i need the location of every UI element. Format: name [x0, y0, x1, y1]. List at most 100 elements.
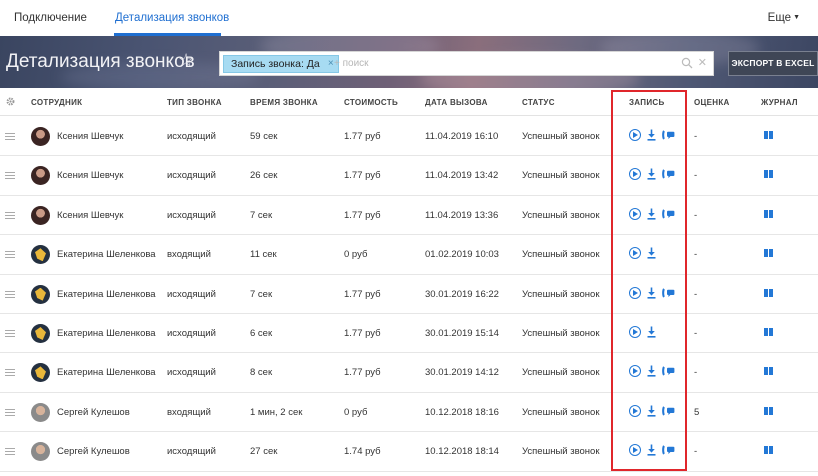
- export-excel-button[interactable]: ЭКСПОРТ В EXCEL: [728, 51, 818, 76]
- play-icon[interactable]: [629, 129, 641, 141]
- play-icon[interactable]: [629, 404, 641, 417]
- call-score: -: [694, 328, 698, 339]
- chip-close-icon[interactable]: ×: [328, 56, 334, 72]
- call-duration: 59 сек: [250, 131, 278, 142]
- drag-handle-icon[interactable]: [5, 369, 15, 378]
- play-icon[interactable]: [629, 207, 641, 220]
- table-row[interactable]: Екатерина Шеленкова исходящий 8 сек 1.77 ру…: [0, 353, 818, 393]
- table-row[interactable]: Сергей Кулешов исходящий 27 сек 1.74 руб 10.…: [0, 432, 818, 472]
- employee-name[interactable]: Екатерина Шеленкова: [57, 289, 156, 300]
- filter-chip-label: Запись звонка: Да: [231, 58, 320, 70]
- download-icon[interactable]: [647, 247, 656, 259]
- phone-transcript-icon[interactable]: [661, 405, 675, 417]
- drag-handle-icon[interactable]: [5, 290, 15, 300]
- drag-handle-icon[interactable]: [5, 408, 15, 418]
- journal-book-icon[interactable]: [764, 170, 773, 179]
- column-record[interactable]: ЗАПИСЬ: [629, 98, 665, 107]
- download-icon[interactable]: [647, 405, 656, 417]
- call-date: 11.04.2019 16:10: [425, 131, 499, 142]
- call-type: входящий: [167, 406, 211, 418]
- employee-name[interactable]: Екатерина Шеленкова: [57, 328, 156, 339]
- journal-book-icon[interactable]: [764, 328, 773, 336]
- journal-book-icon[interactable]: [764, 406, 773, 415]
- table-row[interactable]: Сергей Кулешов входящий 1 мин, 2 сек 0 руб 1…: [0, 392, 818, 433]
- download-icon[interactable]: [647, 129, 656, 141]
- avatar: [31, 127, 50, 146]
- table-row[interactable]: Ксения Шевчук исходящий 7 сек 1.77 руб 11.04…: [0, 195, 818, 236]
- tab-connection[interactable]: Подключение: [14, 12, 87, 24]
- employee-name[interactable]: Ксения Шевчук: [57, 131, 123, 142]
- tab-call-details[interactable]: Детализация звонков: [115, 12, 229, 24]
- filter-search-box[interactable]: Запись звонка: Да × + поиск ✕: [219, 51, 714, 76]
- clear-search-icon[interactable]: ✕: [698, 56, 707, 69]
- drag-handle-icon[interactable]: [5, 133, 15, 142]
- journal-book-icon[interactable]: [764, 288, 773, 297]
- favorite-star-icon[interactable]: ☆: [178, 50, 194, 71]
- table-row[interactable]: Екатерина Шеленкова исходящий 6 сек 1.77 ру…: [0, 314, 818, 354]
- phone-transcript-icon[interactable]: [661, 365, 675, 377]
- journal-book-icon[interactable]: [764, 249, 773, 258]
- drag-handle-icon[interactable]: [5, 211, 15, 221]
- table-header: СОТРУДНИК ТИП ЗВОНКА ВРЕМЯ ЗВОНКА СТОИМО…: [0, 88, 818, 116]
- table-row[interactable]: Екатерина Шеленкова входящий 11 сек 0 руб 01…: [0, 235, 818, 275]
- column-employee[interactable]: СОТРУДНИК: [31, 98, 82, 107]
- phone-transcript-icon[interactable]: [661, 444, 675, 456]
- download-icon[interactable]: [647, 444, 656, 456]
- column-score[interactable]: ОЦЕНКА: [694, 98, 730, 107]
- phone-transcript-icon[interactable]: [661, 287, 675, 299]
- column-cost[interactable]: СТОИМОСТЬ: [344, 98, 398, 107]
- play-icon[interactable]: [629, 247, 641, 260]
- employee-name[interactable]: Ксения Шевчук: [57, 170, 123, 181]
- call-score: -: [694, 288, 698, 300]
- call-type: исходящий: [167, 446, 216, 458]
- drag-handle-icon[interactable]: [5, 448, 15, 457]
- call-duration: 6 сек: [250, 328, 273, 339]
- column-time[interactable]: ВРЕМЯ ЗВОНКА: [250, 98, 318, 107]
- journal-book-icon[interactable]: [764, 209, 773, 218]
- play-icon[interactable]: [629, 168, 641, 181]
- employee-name[interactable]: Екатерина Шеленкова: [57, 367, 156, 378]
- drag-handle-icon[interactable]: [5, 330, 15, 339]
- download-icon[interactable]: [647, 326, 656, 338]
- table-row[interactable]: Екатерина Шеленкова исходящий 7 сек 1.77 ру…: [0, 274, 818, 314]
- play-icon[interactable]: [629, 326, 641, 338]
- drag-handle-icon[interactable]: [5, 172, 15, 181]
- phone-transcript-icon[interactable]: [661, 129, 675, 141]
- column-status[interactable]: СТАТУС: [522, 98, 555, 107]
- employee-name[interactable]: Екатерина Шеленкова: [57, 249, 156, 260]
- more-menu[interactable]: Еще ▼: [768, 12, 800, 24]
- call-status: Успешный звонок: [522, 209, 600, 221]
- drag-handle-icon[interactable]: [5, 251, 15, 260]
- phone-transcript-icon[interactable]: [661, 208, 675, 220]
- journal-book-icon[interactable]: [764, 367, 773, 376]
- play-icon[interactable]: [629, 444, 641, 457]
- journal-book-icon[interactable]: [764, 446, 773, 455]
- call-date: 01.02.2019 10:03: [425, 249, 499, 261]
- play-icon[interactable]: [629, 286, 641, 299]
- employee-name[interactable]: Сергей Кулешов: [57, 446, 130, 457]
- download-icon[interactable]: [647, 287, 656, 299]
- employee-name[interactable]: Ксения Шевчук: [57, 210, 123, 221]
- column-type[interactable]: ТИП ЗВОНКА: [167, 98, 222, 107]
- column-date[interactable]: ДАТА ВЫЗОВА: [425, 98, 488, 107]
- download-icon[interactable]: [647, 168, 656, 180]
- search-icon[interactable]: [681, 57, 693, 69]
- table-row[interactable]: Ксения Шевчук исходящий 59 сек 1.77 руб 11.0…: [0, 117, 818, 157]
- page-title: Детализация звонков: [6, 51, 195, 72]
- employee-name[interactable]: Сергей Кулешов: [57, 407, 130, 418]
- column-journal[interactable]: ЖУРНАЛ: [761, 98, 798, 107]
- phone-transcript-icon[interactable]: [661, 168, 675, 180]
- page-header-banner: Детализация звонков ☆ Запись звонка: Да …: [0, 36, 818, 88]
- filter-chip[interactable]: Запись звонка: Да ×: [223, 55, 339, 73]
- download-icon[interactable]: [647, 365, 656, 377]
- avatar: [31, 166, 50, 186]
- journal-book-icon[interactable]: [764, 131, 773, 139]
- avatar: [31, 402, 50, 422]
- call-date: 10.12.2018 18:16: [425, 406, 499, 418]
- table-row[interactable]: Ксения Шевчук исходящий 26 сек 1.77 руб 11.0…: [0, 156, 818, 196]
- gear-icon[interactable]: [5, 96, 16, 107]
- call-cost: 1.77 руб: [344, 367, 381, 379]
- download-icon[interactable]: [647, 208, 656, 220]
- play-icon[interactable]: [629, 365, 641, 378]
- call-date: 30.01.2019 16:22: [425, 288, 499, 300]
